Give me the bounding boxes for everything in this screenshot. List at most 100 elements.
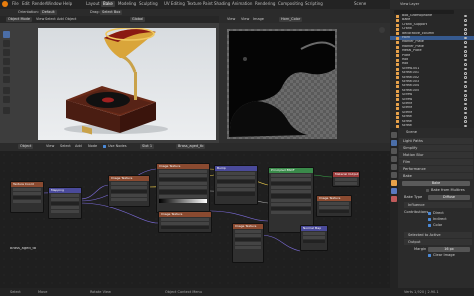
node-socket-field[interactable] [235,246,261,250]
section-influence[interactable]: Influence [404,202,472,208]
node-title[interactable]: Mapping [49,188,81,193]
node-socket-field[interactable] [271,207,311,211]
section-selected-to-active[interactable]: Selected to Active [404,232,472,238]
mode-dropdown[interactable]: Object Mode [6,17,33,22]
eye-icon[interactable] [464,89,467,93]
3d-viewport[interactable] [0,23,219,143]
node-menu-node[interactable]: Node [88,144,97,149]
node-socket-field[interactable] [13,195,41,200]
menu-help[interactable]: Help [61,1,74,7]
node-title[interactable]: Image Texture [109,176,149,181]
node-menu-add[interactable]: Add [75,144,82,149]
node-socket-field[interactable] [111,185,147,189]
scale-tool-icon[interactable] [3,67,10,74]
section-simplify[interactable]: Simplify [399,145,473,151]
node-socket-field[interactable] [271,194,311,198]
eye-icon[interactable] [464,67,467,71]
tool-tab-icon[interactable] [391,132,397,138]
eye-icon[interactable] [464,58,467,62]
node-socket-field[interactable] [319,205,349,209]
node-editor-mode-dropdown[interactable]: Object [18,144,34,149]
node-socket-field[interactable] [111,181,147,185]
node-socket-field[interactable] [51,197,79,201]
node-socket-field[interactable] [319,201,349,205]
workspace-tab-texture-paint[interactable]: Texture Paint [185,1,215,7]
workspace-tab-modeling[interactable]: Modeling [116,1,138,7]
drag-dropdown[interactable]: Select Box [100,10,123,15]
eye-icon[interactable] [464,19,467,22]
node-socket-field[interactable] [235,233,261,237]
image-menu-image[interactable]: Image [253,17,264,22]
render-tab-icon[interactable] [391,140,397,146]
material-slot-dropdown[interactable]: Slot 1 [140,144,155,149]
node-socket-field[interactable] [51,201,79,206]
indirect-checkbox[interactable] [428,218,432,222]
node-title[interactable]: Principled BSDF [269,168,313,173]
move-tool-icon[interactable] [3,49,10,56]
bake-type-dropdown[interactable]: Diffuse [428,195,470,200]
eye-icon[interactable] [464,50,467,53]
world-tab-icon[interactable] [391,172,397,178]
node-socket-field[interactable] [159,194,207,198]
node-socket-field[interactable] [217,179,255,184]
eye-icon[interactable] [464,94,467,97]
cursor-tool-icon[interactable] [3,40,10,47]
eye-icon[interactable] [464,80,467,84]
node-socket-field[interactable] [271,177,311,181]
node-socket-field[interactable] [159,169,207,173]
node-title[interactable]: Image Texture [317,196,351,201]
node-socket-field[interactable] [161,217,209,221]
shader-node[interactable]: Principled BSDF [268,167,314,233]
node-socket-field[interactable] [51,193,79,197]
node-socket-field[interactable] [217,171,255,175]
node-socket-field[interactable] [303,231,325,235]
eye-icon[interactable] [464,32,467,36]
node-menu-select[interactable]: Select [60,144,71,149]
eye-icon[interactable] [464,72,467,75]
node-socket-field[interactable] [271,181,311,186]
shader-node[interactable]: Normal Map [300,225,328,251]
render-preview[interactable] [38,27,216,140]
object-tab-icon[interactable] [391,180,397,186]
baked-image-canvas[interactable] [227,29,337,139]
workspace-tab-scripting[interactable]: Scripting [303,1,325,7]
eye-icon[interactable] [464,45,467,49]
section-motion-blur[interactable]: Motion Blur [399,152,473,158]
node-socket-field[interactable] [335,181,357,185]
eye-icon[interactable] [464,98,467,102]
bake-button[interactable]: Bake [402,181,470,186]
direct-checkbox[interactable] [428,212,432,216]
eye-icon[interactable] [464,102,467,106]
node-title[interactable]: Material Output [333,172,359,177]
shader-node[interactable]: Image Texture [232,223,264,263]
node-socket-field[interactable] [51,206,79,210]
view-gizmo-icon[interactable] [379,27,385,33]
node-socket-field[interactable] [319,209,349,214]
node-title[interactable]: Bump [215,166,257,171]
use-nodes-checkbox[interactable] [103,145,107,149]
section-film[interactable]: Film [399,159,473,165]
node-socket-field[interactable] [111,189,147,194]
eye-icon[interactable] [464,36,467,40]
node-socket-field[interactable] [303,235,325,239]
node-socket-field[interactable] [217,192,255,196]
node-socket-field[interactable] [217,184,255,188]
view-layer-tab-icon[interactable] [391,156,397,162]
node-socket-field[interactable] [217,175,255,179]
output-tab-icon[interactable] [391,148,397,154]
section-output[interactable]: Output [404,239,472,245]
shader-node[interactable]: Image Texture [316,195,352,217]
eye-icon[interactable] [464,107,467,110]
node-socket-field[interactable] [235,229,261,233]
bake-from-multires-checkbox[interactable] [426,189,430,193]
material-tab-icon[interactable] [391,196,397,202]
workspace-tab-layout[interactable]: Layout [84,1,102,7]
margin-field[interactable]: 16 px [428,247,470,252]
node-socket-field[interactable] [271,173,311,177]
viewport-menu-object[interactable]: Object [65,17,76,22]
add-cube-tool-icon[interactable] [3,107,10,114]
node-socket-field[interactable] [13,191,41,195]
section-light-paths[interactable]: Light Paths [399,138,473,144]
view-layer-label[interactable]: View Layer [400,2,419,7]
node-socket-field[interactable] [161,221,209,225]
